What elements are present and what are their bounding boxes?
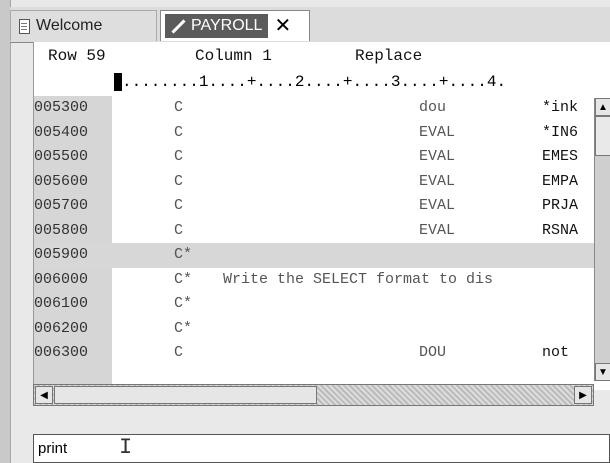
- command-line[interactable]: I: [33, 434, 610, 463]
- source-line[interactable]: 005800 C EVAL RSNA: [34, 219, 594, 244]
- spec-type: C*: [174, 270, 193, 288]
- column-indicator: Column 1: [195, 47, 272, 65]
- spec-type: C: [174, 221, 184, 239]
- factor2: *ink: [542, 99, 579, 116]
- opcode: EVAL: [419, 123, 456, 141]
- source-line-current[interactable]: 005900 C*: [34, 243, 594, 268]
- scroll-up-arrow-icon[interactable]: ▲: [595, 98, 610, 116]
- horizontal-scrollbar[interactable]: ◀ ▶: [33, 384, 594, 406]
- sequence-number: 005700: [34, 197, 89, 214]
- scroll-right-arrow-icon[interactable]: ▶: [574, 386, 592, 404]
- row-indicator: Row 59: [48, 47, 106, 65]
- left-gutter: [0, 0, 11, 463]
- mode-indicator: Replace: [355, 47, 423, 65]
- sequence-number: 005500: [34, 148, 89, 165]
- opcode: DOU: [419, 344, 447, 361]
- factor2: *IN6: [542, 123, 579, 141]
- source-line[interactable]: 006200 C*: [34, 317, 594, 342]
- spec-type: C: [174, 99, 184, 116]
- source-line[interactable]: 005500 C EVAL EMES: [34, 145, 594, 170]
- editor-status-line: Row 59 Column 1 Replace: [34, 42, 610, 68]
- sequence-number: 006300: [34, 344, 89, 361]
- document-icon: [19, 18, 30, 34]
- pencil-icon: [169, 17, 187, 35]
- vertical-scroll-thumb[interactable]: [595, 116, 610, 156]
- factor2: EMPA: [542, 172, 579, 190]
- sequence-number: 005800: [34, 221, 89, 239]
- comment-text: Write the SELECT format to dis: [223, 270, 494, 288]
- spec-type: C*: [174, 295, 193, 312]
- scroll-down-arrow-icon[interactable]: ▼: [595, 363, 610, 381]
- tab-payroll-title: PAYROLL: [165, 14, 269, 38]
- source-line[interactable]: 005400 C EVAL *IN6: [34, 121, 594, 146]
- spec-type: C*: [174, 246, 193, 263]
- spec-type: C: [174, 148, 184, 165]
- close-icon[interactable]: ✕: [274, 16, 291, 36]
- opcode: dou: [419, 99, 447, 116]
- sequence-number: 006200: [34, 319, 89, 337]
- factor2: EMES: [542, 148, 579, 165]
- tab-payroll-label: PAYROLL: [191, 17, 263, 34]
- tab-payroll[interactable]: PAYROLL ✕: [160, 10, 310, 41]
- opcode: EVAL: [419, 197, 456, 214]
- factor2: RSNA: [542, 221, 579, 239]
- ruler-text: ........1....+....2....+....3....+....4.: [122, 73, 507, 91]
- factor2: PRJA: [542, 197, 579, 214]
- spec-type: C: [174, 197, 184, 214]
- sequence-number: 005400: [34, 123, 89, 141]
- spec-type: C: [174, 172, 184, 190]
- opcode: EVAL: [419, 221, 456, 239]
- sequence-number: 005600: [34, 172, 89, 190]
- source-line[interactable]: 005600 C EVAL EMPA: [34, 170, 594, 195]
- ibeam-cursor-icon: I: [119, 435, 133, 460]
- tab-welcome[interactable]: Welcome: [10, 10, 157, 41]
- opcode: EVAL: [419, 148, 456, 165]
- spec-type: C: [174, 123, 184, 141]
- column-ruler: ........1....+....2....+....3....+....4.: [34, 68, 610, 96]
- editor-tab-bar: Welcome PAYROLL ✕: [10, 7, 610, 43]
- text-cursor: [114, 73, 122, 91]
- source-editor[interactable]: Row 59 Column 1 Replace ........1....+..…: [33, 42, 610, 390]
- factor2: not: [542, 344, 570, 361]
- source-line[interactable]: 006300 C DOU not: [34, 341, 594, 366]
- horizontal-scroll-thumb[interactable]: [54, 386, 317, 404]
- source-line[interactable]: 005700 C EVAL PRJA: [34, 194, 594, 219]
- sequence-number: 005300: [34, 99, 89, 116]
- opcode: EVAL: [419, 172, 456, 190]
- sequence-number: 006000: [34, 270, 89, 288]
- source-line[interactable]: 006100 C*: [34, 292, 594, 317]
- spec-type: C: [174, 344, 184, 361]
- source-line[interactable]: 005300 Cdou *ink: [34, 96, 594, 121]
- sequence-number: 006100: [34, 295, 89, 312]
- vertical-scrollbar[interactable]: ▲ ▼: [594, 98, 610, 381]
- sequence-number: 005900: [34, 246, 89, 263]
- source-line[interactable]: 006000 C* Write the SELECT format to dis: [34, 268, 594, 293]
- source-lines: 005300 Cdou *ink 005400 C EVAL *IN6 005500 C EV…: [34, 96, 594, 366]
- spec-type: C*: [174, 319, 193, 337]
- tab-welcome-label: Welcome: [36, 17, 103, 34]
- scroll-left-arrow-icon[interactable]: ◀: [35, 386, 53, 404]
